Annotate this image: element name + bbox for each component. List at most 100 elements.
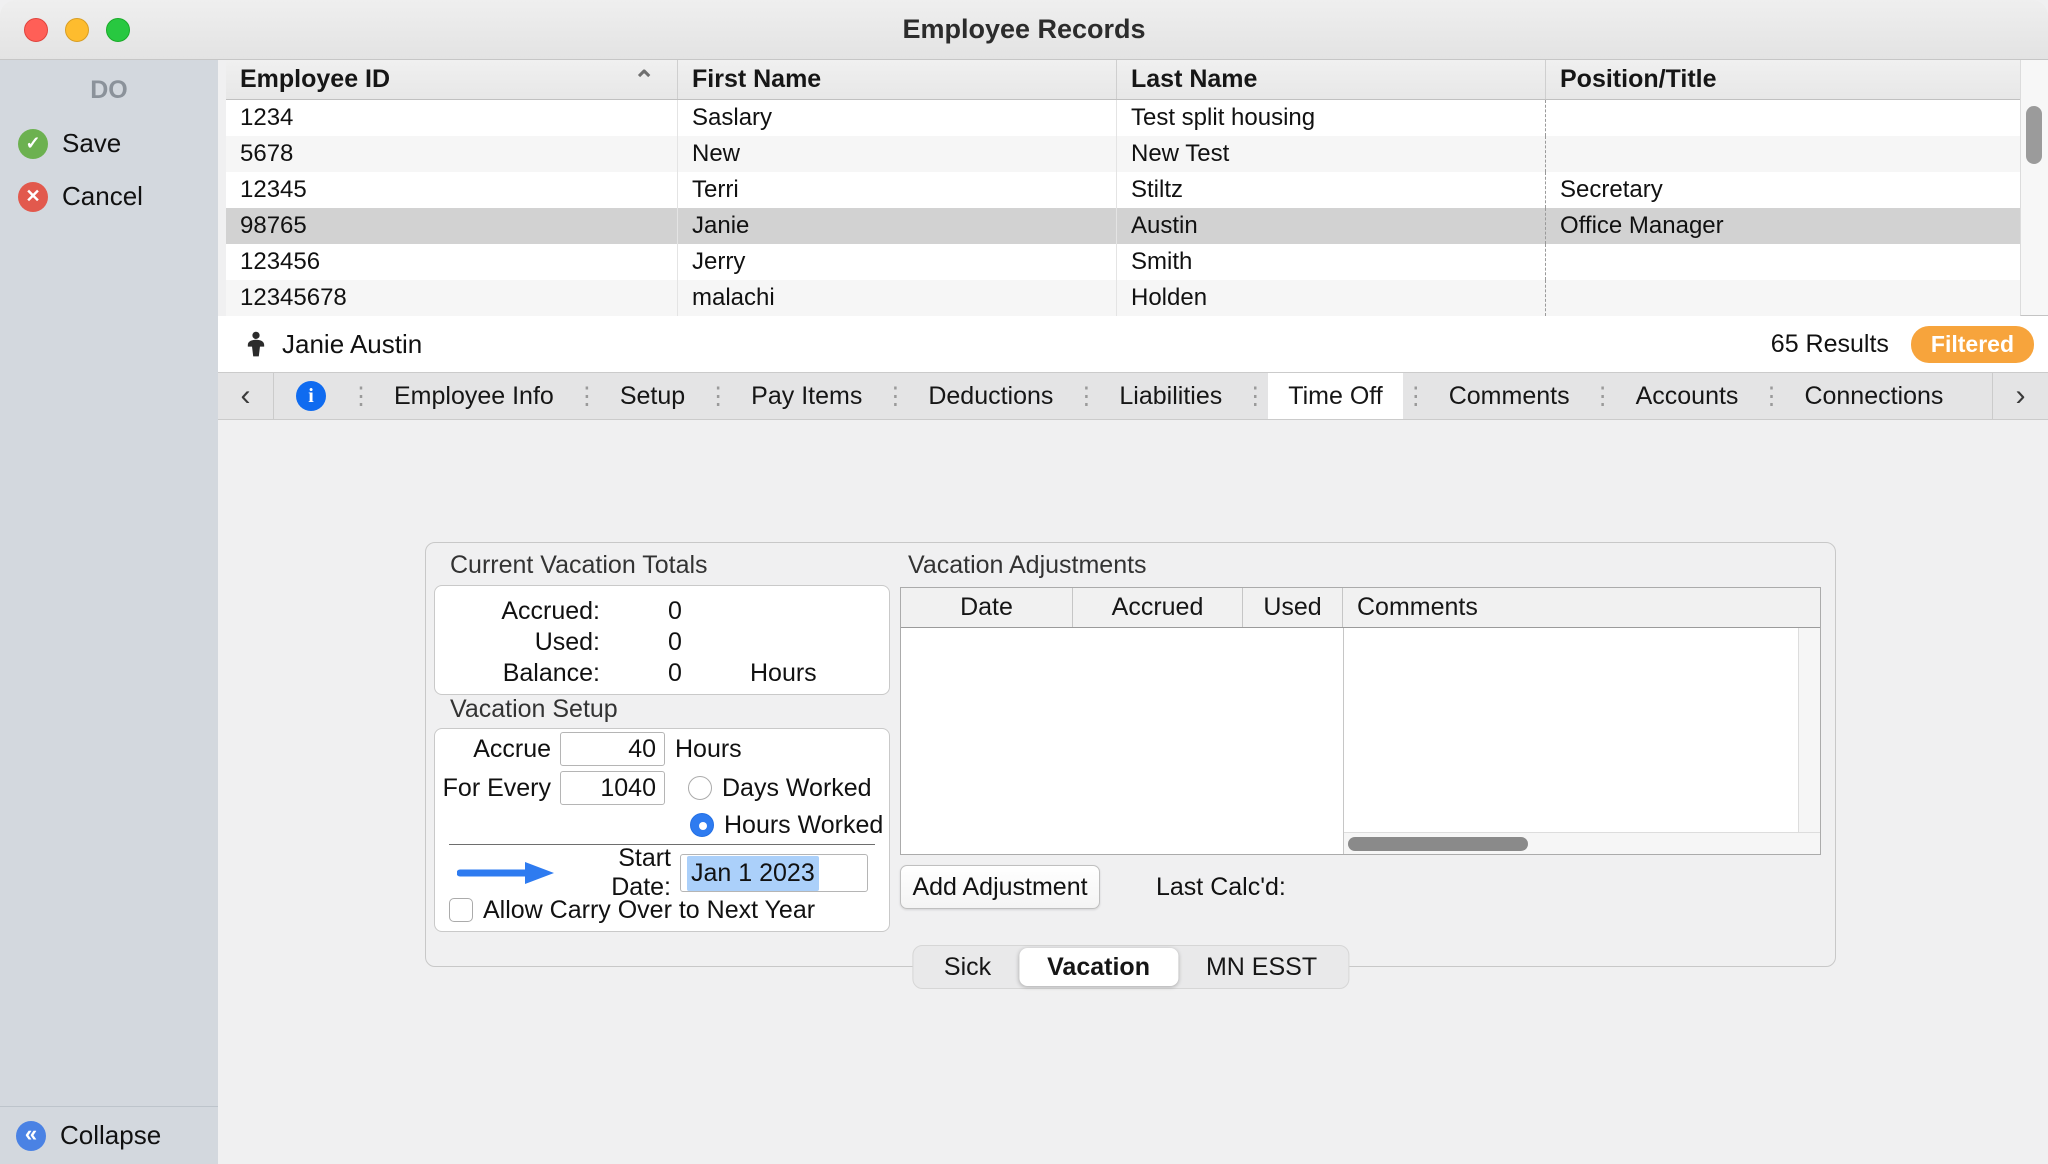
- employee-records-window: Employee Records DO ✓ Save ✕ Cancel « Co…: [0, 0, 2048, 1164]
- for-every-input[interactable]: 1040: [560, 771, 665, 805]
- employee-icon: [242, 330, 270, 358]
- save-check-icon: ✓: [18, 129, 48, 159]
- time-off-panel: Current Vacation Totals Accrued: 0 Used:…: [218, 420, 2048, 1164]
- tab-separator-icon: ⋮: [1073, 373, 1099, 419]
- save-button[interactable]: ✓ Save: [0, 117, 218, 170]
- column-header-last-name[interactable]: Last Name: [1117, 60, 1546, 99]
- balance-row: Balance: 0 Hours: [435, 658, 889, 689]
- table-row-selected[interactable]: 98765 Janie Austin Office Manager: [226, 208, 2020, 244]
- tab-liabilities[interactable]: Liabilities: [1099, 373, 1242, 419]
- close-window-button[interactable]: [24, 18, 48, 42]
- used-value: 0: [600, 628, 750, 657]
- table-row[interactable]: 1234 Saslary Test split housing: [226, 100, 2020, 136]
- cancel-button[interactable]: ✕ Cancel: [0, 170, 218, 223]
- tab-separator-icon: ⋮: [1590, 373, 1616, 419]
- time-off-group-panel: Current Vacation Totals Accrued: 0 Used:…: [425, 542, 1836, 967]
- zoom-window-button[interactable]: [106, 18, 130, 42]
- employee-table-header: Employee ID ⌃ First Name Last Name Posit…: [226, 60, 2020, 100]
- tab-accounts[interactable]: Accounts: [1616, 373, 1759, 419]
- time-off-type-segmented-control: Sick Vacation MN ESST: [912, 945, 1349, 989]
- accrued-label: Accrued:: [435, 597, 600, 626]
- chevron-left-icon: ‹: [241, 379, 251, 413]
- chevron-right-icon: ›: [2016, 379, 2026, 413]
- comments-horizontal-scrollbar[interactable]: [1344, 832, 1820, 854]
- filtered-badge[interactable]: Filtered: [1911, 326, 2034, 363]
- carry-over-checkbox[interactable]: [449, 898, 473, 922]
- tab-separator-icon: ⋮: [1242, 373, 1268, 419]
- days-worked-radio[interactable]: [688, 776, 712, 800]
- tab-separator-icon: ⋮: [1403, 373, 1429, 419]
- segment-mn-esst[interactable]: MN ESST: [1178, 948, 1345, 986]
- collapse-label: Collapse: [60, 1120, 161, 1151]
- adj-column-accrued: Accrued: [1073, 588, 1243, 627]
- window-controls: [24, 18, 130, 42]
- titlebar: Employee Records: [0, 0, 2048, 60]
- for-every-row: For Every 1040 Days Worked: [435, 770, 889, 806]
- comments-scrollbar-thumb[interactable]: [1348, 837, 1528, 851]
- start-date-row: Start Date: Jan 1 2023: [435, 853, 889, 893]
- start-date-input[interactable]: Jan 1 2023: [680, 854, 868, 892]
- table-row[interactable]: 123456 Jerry Smith: [226, 244, 2020, 280]
- tab-separator-icon: ⋮: [1758, 373, 1784, 419]
- sidebar-header: DO: [0, 60, 218, 117]
- adjustments-table-header: Date Accrued Used Comments: [901, 588, 1820, 628]
- tab-comments[interactable]: Comments: [1429, 373, 1590, 419]
- main-area: Employee ID ⌃ First Name Last Name Posit…: [218, 60, 2048, 1164]
- adj-column-comments: Comments: [1343, 588, 1820, 627]
- tab-pay-items[interactable]: Pay Items: [731, 373, 882, 419]
- start-date-selected-text: Jan 1 2023: [687, 856, 819, 891]
- vacation-adjustments-label: Vacation Adjustments: [908, 551, 1147, 580]
- tabs-scroll-right-button[interactable]: ›: [1992, 373, 2048, 419]
- tabs-scroll-left-button[interactable]: ‹: [218, 373, 274, 419]
- adjustments-table-body[interactable]: [901, 628, 1820, 854]
- table-vertical-scrollbar[interactable]: [2020, 60, 2048, 316]
- segment-sick[interactable]: Sick: [916, 948, 1019, 986]
- cancel-x-icon: ✕: [18, 182, 48, 212]
- tab-deductions[interactable]: Deductions: [908, 373, 1073, 419]
- sort-ascending-icon: ⌃: [633, 67, 655, 93]
- column-header-employee-id[interactable]: Employee ID ⌃: [226, 60, 678, 99]
- tab-separator-icon: ⋮: [348, 373, 374, 419]
- table-scrollbar-thumb[interactable]: [2026, 106, 2042, 164]
- accrue-unit-label: Hours: [675, 735, 742, 764]
- results-count: 65 Results: [1771, 330, 1889, 359]
- tab-time-off[interactable]: Time Off: [1268, 373, 1402, 419]
- used-row: Used: 0: [435, 627, 889, 658]
- comments-vertical-scrollbar[interactable]: [1798, 628, 1820, 832]
- hours-worked-row: Hours Worked: [435, 807, 889, 843]
- accrue-hours-input[interactable]: 40: [560, 732, 665, 766]
- comments-pane[interactable]: [1343, 628, 1820, 854]
- employee-table: Employee ID ⌃ First Name Last Name Posit…: [226, 60, 2020, 316]
- segment-vacation[interactable]: Vacation: [1019, 948, 1178, 986]
- table-row[interactable]: 5678 New New Test: [226, 136, 2020, 172]
- table-row[interactable]: 12345 Terri Stiltz Secretary: [226, 172, 2020, 208]
- column-header-first-name[interactable]: First Name: [678, 60, 1117, 99]
- add-adjustment-button[interactable]: Add Adjustment: [900, 865, 1100, 909]
- collapse-sidebar-button[interactable]: « Collapse: [0, 1106, 218, 1164]
- current-vacation-totals-label: Current Vacation Totals: [450, 551, 708, 580]
- accrued-value: 0: [600, 597, 750, 626]
- table-row[interactable]: 12345678 malachi Holden: [226, 280, 2020, 316]
- current-vacation-totals-box: Accrued: 0 Used: 0 Balance: 0 Hours: [434, 585, 890, 695]
- for-every-label: For Every: [435, 774, 551, 803]
- accrue-label: Accrue: [435, 735, 551, 764]
- carry-over-label: Allow Carry Over to Next Year: [483, 896, 815, 925]
- selection-status-bar: Janie Austin 65 Results Filtered: [218, 316, 2048, 372]
- hours-worked-radio[interactable]: [690, 813, 714, 837]
- window-title: Employee Records: [902, 14, 1145, 45]
- vacation-setup-box: Accrue 40 Hours For Every 1040 Days Work…: [434, 728, 890, 932]
- adj-column-used: Used: [1243, 588, 1343, 627]
- info-icon: i: [296, 381, 326, 411]
- selected-employee-name: Janie Austin: [282, 329, 422, 360]
- minimize-window-button[interactable]: [65, 18, 89, 42]
- column-header-position-title[interactable]: Position/Title: [1546, 60, 2020, 99]
- tab-bar: ‹ i ⋮ Employee Info ⋮ Setup ⋮ Pay Items …: [218, 372, 2048, 420]
- cancel-label: Cancel: [62, 181, 143, 212]
- tab-connections[interactable]: Connections: [1784, 373, 1963, 419]
- employee-info-button[interactable]: i: [274, 373, 348, 419]
- tab-setup[interactable]: Setup: [600, 373, 705, 419]
- tab-employee-info[interactable]: Employee Info: [374, 373, 574, 419]
- days-worked-label: Days Worked: [722, 774, 872, 803]
- carry-over-row: Allow Carry Over to Next Year: [435, 892, 889, 928]
- accrued-row: Accrued: 0: [435, 596, 889, 627]
